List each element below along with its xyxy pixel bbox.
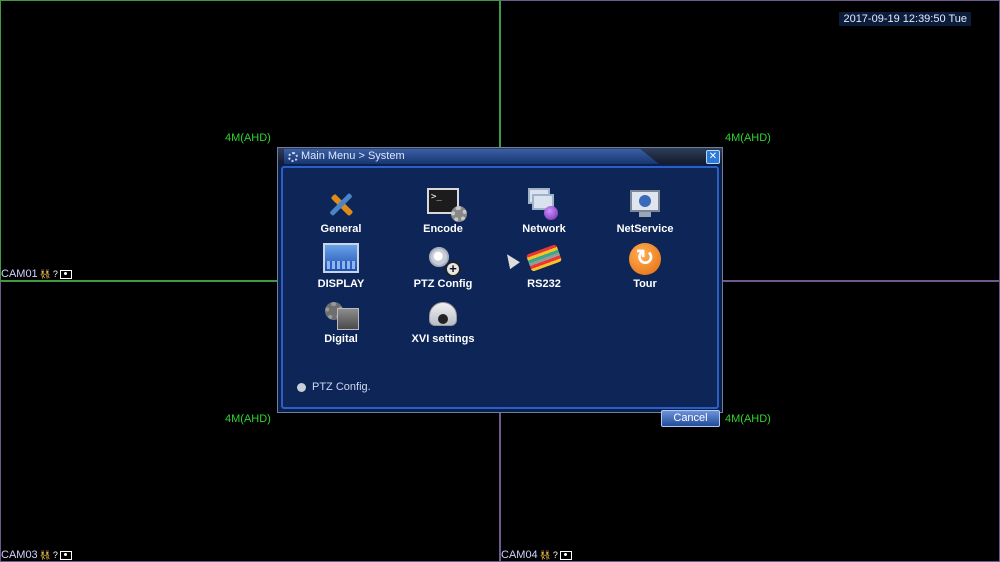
monitor-globe-icon [627, 188, 663, 222]
menu-item-xvi-settings[interactable]: XVI settings [393, 298, 493, 345]
digital-gear-icon [323, 298, 359, 332]
menu-item-encode[interactable]: >_ Encode [393, 188, 493, 235]
record-icon [59, 550, 72, 560]
hint-text: PTZ Config. [297, 381, 371, 393]
hint-label: PTZ Config. [312, 381, 371, 393]
motion-icon: 👯 [539, 549, 551, 560]
gear-icon [288, 151, 298, 162]
resolution-label: 4M(AHD) [225, 132, 271, 144]
network-icon [526, 188, 562, 222]
record-icon [59, 269, 72, 279]
question-icon: ? [52, 550, 58, 560]
close-icon: ✕ [708, 151, 718, 162]
resolution-label: 4M(AHD) [225, 413, 271, 425]
motion-icon: 👯 [39, 549, 51, 560]
menu-item-label: DISPLAY [317, 278, 365, 290]
menu-item-display[interactable]: DISPLAY [291, 243, 391, 290]
question-icon: ? [552, 550, 558, 560]
menu-item-general[interactable]: General [291, 188, 391, 235]
resolution-label: 4M(AHD) [725, 132, 771, 144]
menu-item-label: Digital [324, 333, 358, 345]
menu-item-tour[interactable]: Tour [595, 243, 695, 290]
menu-item-ptz-config[interactable]: + PTZ Config [393, 243, 493, 290]
menu-item-netservice[interactable]: NetService [595, 188, 695, 235]
menu-item-label: Network [522, 223, 566, 235]
motion-icon: 👯 [39, 268, 51, 279]
camera-name: CAM03 [1, 549, 38, 561]
menu-item-network[interactable]: Network [494, 188, 594, 235]
encode-terminal-icon: >_ [427, 188, 467, 222]
camera-label: CAM01 👯 ? [1, 268, 72, 280]
camera-name: CAM04 [501, 549, 538, 561]
menu-item-digital[interactable]: Digital [291, 298, 391, 345]
menu-item-label: Encode [423, 223, 463, 235]
menu-item-label: PTZ Config [413, 278, 473, 290]
title-bar: Main Menu > System ✕ [278, 148, 722, 164]
serial-cable-icon [525, 243, 563, 277]
display-icon [323, 243, 359, 273]
dialog-title: Main Menu > System [301, 150, 405, 162]
menu-item-label: XVI settings [411, 333, 475, 345]
menu-panel: General >_ Encode Network NetService DIS… [281, 166, 720, 427]
resolution-label: 4M(AHD) [725, 413, 771, 425]
camera-label: CAM03 👯 ? [1, 549, 72, 561]
ptz-camera-icon: + [425, 243, 461, 277]
menu-item-label: RS232 [527, 278, 561, 290]
cancel-button[interactable]: Cancel [661, 410, 720, 427]
dome-camera-icon [425, 298, 461, 332]
menu-item-label: Tour [633, 278, 657, 290]
datetime-display: 2017-09-19 12:39:50 Tue [839, 12, 971, 26]
menu-item-label: General [320, 223, 362, 235]
tools-icon [323, 188, 359, 222]
camera-name: CAM01 [1, 268, 38, 280]
close-button[interactable]: ✕ [706, 150, 720, 164]
record-icon [559, 550, 572, 560]
system-menu-dialog: Main Menu > System ✕ General >_ Encode N… [277, 147, 723, 427]
camera-icon [297, 382, 306, 392]
question-icon: ? [52, 269, 58, 279]
menu-item-label: NetService [616, 223, 674, 235]
refresh-tour-icon [629, 243, 661, 275]
camera-label: CAM04 👯 ? [501, 549, 572, 561]
